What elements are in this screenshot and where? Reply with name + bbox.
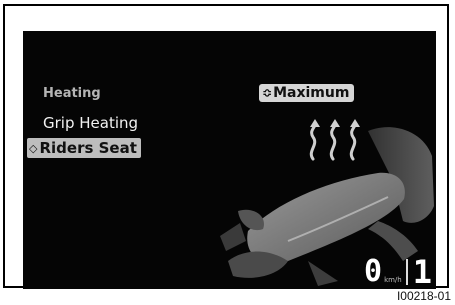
heat-waves-icon (309, 119, 360, 161)
heating-level-label: Maximum (273, 85, 350, 101)
speed-readout: 0 (364, 254, 383, 289)
menu-item-riders-seat[interactable]: ◇ Riders Seat (27, 138, 141, 158)
figure-code: I00218-01 (396, 289, 451, 303)
menu-item-riders-seat-label: Riders Seat (39, 139, 137, 157)
figure-frame: Heating Grip Heating ◇ Riders Seat ≎Maxim… (3, 4, 449, 289)
gear-indicator: 1 (412, 253, 432, 289)
status-bar: 0 km/h 1 (364, 253, 432, 289)
menu-title: Heating (43, 86, 101, 101)
selection-marker-icon: ◇ (29, 142, 38, 155)
speed-unit: km/h (384, 276, 402, 284)
status-divider (405, 259, 408, 285)
up-down-arrows-icon: ≎ (262, 86, 273, 100)
menu-item-grip-heating[interactable]: Grip Heating (43, 114, 138, 132)
dashboard-display: Heating Grip Heating ◇ Riders Seat ≎Maxim… (23, 31, 436, 289)
heating-level-selector[interactable]: ≎Maximum (259, 84, 355, 102)
